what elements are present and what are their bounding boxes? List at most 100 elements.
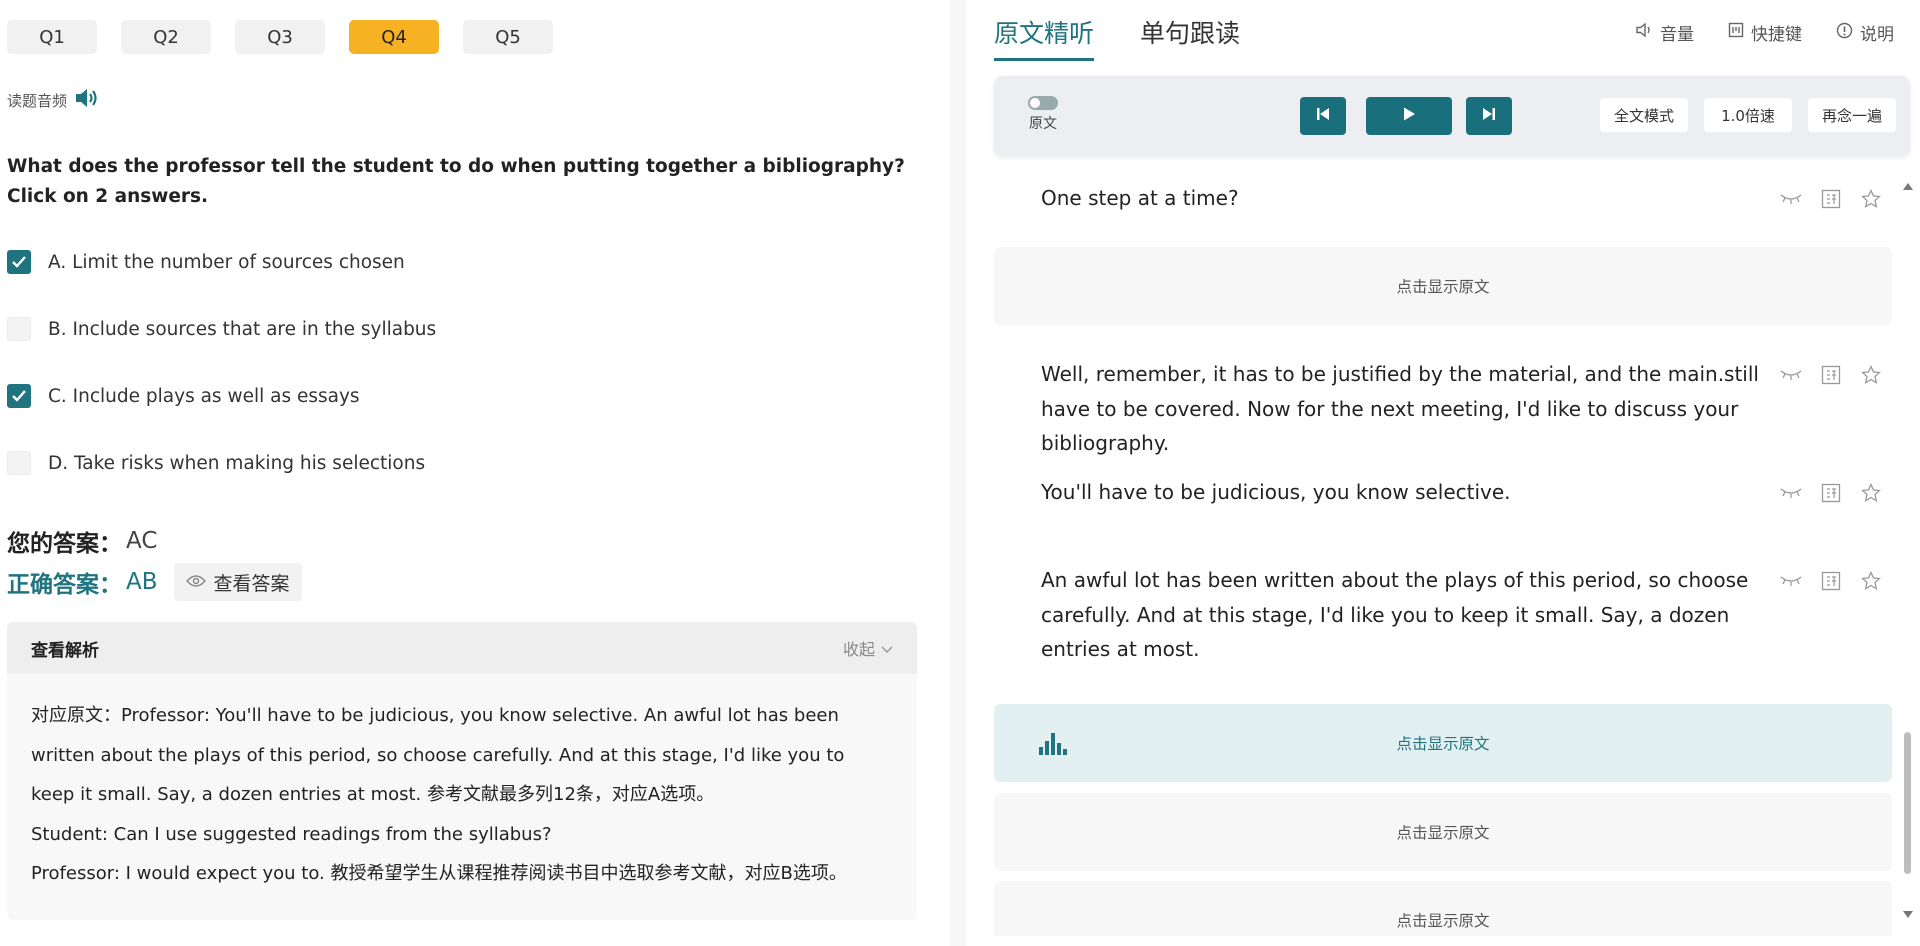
chevron-down-icon xyxy=(881,639,893,658)
eye-closed-icon[interactable] xyxy=(1780,482,1802,504)
star-icon[interactable] xyxy=(1860,482,1882,504)
tab-intensive-listening[interactable]: 原文精听 xyxy=(994,14,1095,61)
listening-panel: 原文精听 单句跟读 音量 快捷键 说明 原文 全文模式 1.0倍速 再念一遍 O… xyxy=(966,0,1920,946)
transcript-scrollbar[interactable] xyxy=(1902,176,1914,924)
option-b-label: B. Include sources that are in the sylla… xyxy=(48,318,437,340)
sentence-text: An awful lot has been written about the … xyxy=(1041,568,1749,661)
question-text: What does the professor tell the student… xyxy=(7,156,905,207)
translate-icon[interactable] xyxy=(1820,570,1842,592)
collapse-label: 收起 xyxy=(842,640,875,659)
show-original-label: 点击显示原文 xyxy=(1396,735,1490,753)
translate-icon[interactable] xyxy=(1820,364,1842,386)
audio-playing-icon xyxy=(1039,731,1067,759)
option-d[interactable]: D. Take risks when making his selections xyxy=(7,451,425,475)
scroll-down-icon[interactable] xyxy=(1902,905,1914,924)
analysis-line: Professor: I would expect you to. 教授希望学生… xyxy=(31,863,847,884)
audio-player: 原文 全文模式 1.0倍速 再念一遍 xyxy=(994,76,1910,156)
option-a-label: A. Limit the number of sources chosen xyxy=(48,251,405,273)
shortcuts-button[interactable]: 快捷键 xyxy=(1728,20,1802,45)
show-original-button-playing[interactable]: 点击显示原文 xyxy=(994,704,1892,782)
question-tab-3[interactable]: Q3 xyxy=(235,20,325,54)
play-button[interactable] xyxy=(1366,97,1452,135)
option-a[interactable]: A. Limit the number of sources chosen xyxy=(7,250,405,274)
option-d-label: D. Take risks when making his selections xyxy=(48,452,426,474)
analysis-line: Student: Can I use suggested readings fr… xyxy=(31,823,552,845)
eye-closed-icon[interactable] xyxy=(1780,188,1802,210)
your-answer-value: AC xyxy=(126,528,158,554)
option-b[interactable]: B. Include sources that are in the sylla… xyxy=(7,317,436,341)
question-tab-1[interactable]: Q1 xyxy=(7,20,97,54)
star-icon[interactable] xyxy=(1860,188,1882,210)
full-text-mode-button[interactable]: 全文模式 xyxy=(1600,98,1688,132)
translate-icon[interactable] xyxy=(1820,482,1842,504)
toolbar: 音量 快捷键 说明 xyxy=(1635,20,1894,45)
eye-closed-icon[interactable] xyxy=(1780,364,1802,386)
correct-answer: 正确答案： AB 查看答案 xyxy=(7,563,302,601)
eye-icon xyxy=(185,571,206,593)
collapse-button[interactable]: 收起 xyxy=(843,636,893,660)
question-tab-2[interactable]: Q2 xyxy=(121,20,211,54)
previous-button[interactable] xyxy=(1300,97,1346,135)
sentence-actions xyxy=(1780,188,1882,210)
question-tabs: Q1 Q2 Q3 Q4 Q5 xyxy=(7,20,553,54)
checkbox-icon[interactable] xyxy=(7,451,31,475)
show-original-button[interactable]: 点击显示原文 xyxy=(994,247,1892,325)
checkbox-checked-icon[interactable] xyxy=(7,384,31,408)
checkbox-checked-icon[interactable] xyxy=(7,250,31,274)
sentence-actions xyxy=(1780,570,1882,592)
scrollbar-thumb[interactable] xyxy=(1904,732,1911,874)
transcript-sentence[interactable]: You'll have to be judicious, you know se… xyxy=(994,458,1892,528)
tab-sentence-repeat[interactable]: 单句跟读 xyxy=(1140,14,1240,61)
keyboard-icon xyxy=(1728,22,1744,43)
question-tab-5[interactable]: Q5 xyxy=(463,20,553,54)
next-button[interactable] xyxy=(1466,97,1512,135)
speed-button[interactable]: 1.0倍速 xyxy=(1704,98,1792,132)
toggle-switch[interactable] xyxy=(1028,96,1058,110)
analysis-line: 对应原文：Professor: You'll have to be judici… xyxy=(31,705,845,805)
show-original-button[interactable]: 点击显示原文 xyxy=(994,881,1892,936)
your-answer: 您的答案： AC xyxy=(7,524,157,558)
info-icon xyxy=(1836,22,1853,44)
view-answer-button[interactable]: 查看答案 xyxy=(173,563,302,601)
scroll-up-icon[interactable] xyxy=(1902,176,1914,195)
analysis-panel: 查看解析 收起 对应原文：Professor: You'll have to b… xyxy=(7,622,917,920)
transcript-sentence[interactable]: One step at a time? xyxy=(994,166,1892,232)
star-icon[interactable] xyxy=(1860,570,1882,592)
transcript-sentence[interactable]: Well, remember, it has to be justified b… xyxy=(994,340,1892,455)
play-icon xyxy=(1401,106,1417,126)
option-c[interactable]: C. Include plays as well as essays xyxy=(7,384,360,408)
translate-icon[interactable] xyxy=(1820,188,1842,210)
question-panel: Q1 Q2 Q3 Q4 Q5 读题音频 What does the profes… xyxy=(0,0,950,946)
show-original-button[interactable]: 点击显示原文 xyxy=(994,793,1892,871)
volume-icon xyxy=(1635,22,1653,43)
skip-next-icon xyxy=(1481,106,1497,126)
volume-label: 音量 xyxy=(1660,25,1694,45)
speaker-icon[interactable] xyxy=(73,86,99,114)
help-label: 说明 xyxy=(1860,25,1894,45)
mode-tabs: 原文精听 单句跟读 xyxy=(994,14,1240,61)
option-c-label: C. Include plays as well as essays xyxy=(48,385,360,407)
view-answer-label: 查看答案 xyxy=(213,572,290,595)
question-tab-4[interactable]: Q4 xyxy=(349,20,439,54)
sentence-actions xyxy=(1780,482,1882,504)
repeat-button[interactable]: 再念一遍 xyxy=(1808,98,1896,132)
star-icon[interactable] xyxy=(1860,364,1882,386)
sentence-text: One step at a time? xyxy=(1041,186,1239,210)
shortcuts-label: 快捷键 xyxy=(1751,25,1802,45)
eye-closed-icon[interactable] xyxy=(1780,570,1802,592)
sentence-text: Well, remember, it has to be justified b… xyxy=(1041,362,1759,455)
sentence-actions xyxy=(1780,364,1882,386)
original-toggle[interactable]: 原文 xyxy=(1028,96,1058,133)
transcript-sentence[interactable]: An awful lot has been written about the … xyxy=(994,546,1892,666)
transcript-list: One step at a time? 点击显示原文 Well, remembe… xyxy=(994,166,1892,936)
skip-previous-icon xyxy=(1315,106,1331,126)
checkbox-icon[interactable] xyxy=(7,317,31,341)
correct-answer-label: 正确答案： xyxy=(7,572,122,598)
volume-button[interactable]: 音量 xyxy=(1635,20,1694,45)
panel-divider xyxy=(950,0,966,946)
analysis-header: 查看解析 收起 xyxy=(7,622,917,674)
original-toggle-label: 原文 xyxy=(1029,116,1057,132)
question-audio-label: 读题音频 xyxy=(7,91,68,110)
analysis-title: 查看解析 xyxy=(31,640,99,661)
help-button[interactable]: 说明 xyxy=(1836,20,1894,45)
